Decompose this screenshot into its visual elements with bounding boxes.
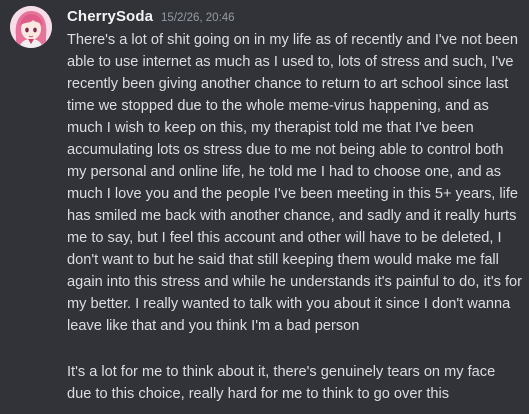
username[interactable]: CherrySoda [67, 8, 153, 25]
timestamp[interactable]: 15/2/26, 20:46 [161, 12, 235, 24]
message-content: It's a lot for me to think about it, the… [67, 364, 496, 402]
avatar-image [10, 6, 52, 48]
message-header: CherrySoda 15/2/26, 20:46 [67, 8, 235, 28]
message-content: There's a lot of shit going on in my lif… [67, 32, 522, 334]
chat-view: CherrySoda 15/2/26, 20:46 There's a lot … [0, 0, 529, 414]
avatar[interactable] [10, 6, 52, 48]
